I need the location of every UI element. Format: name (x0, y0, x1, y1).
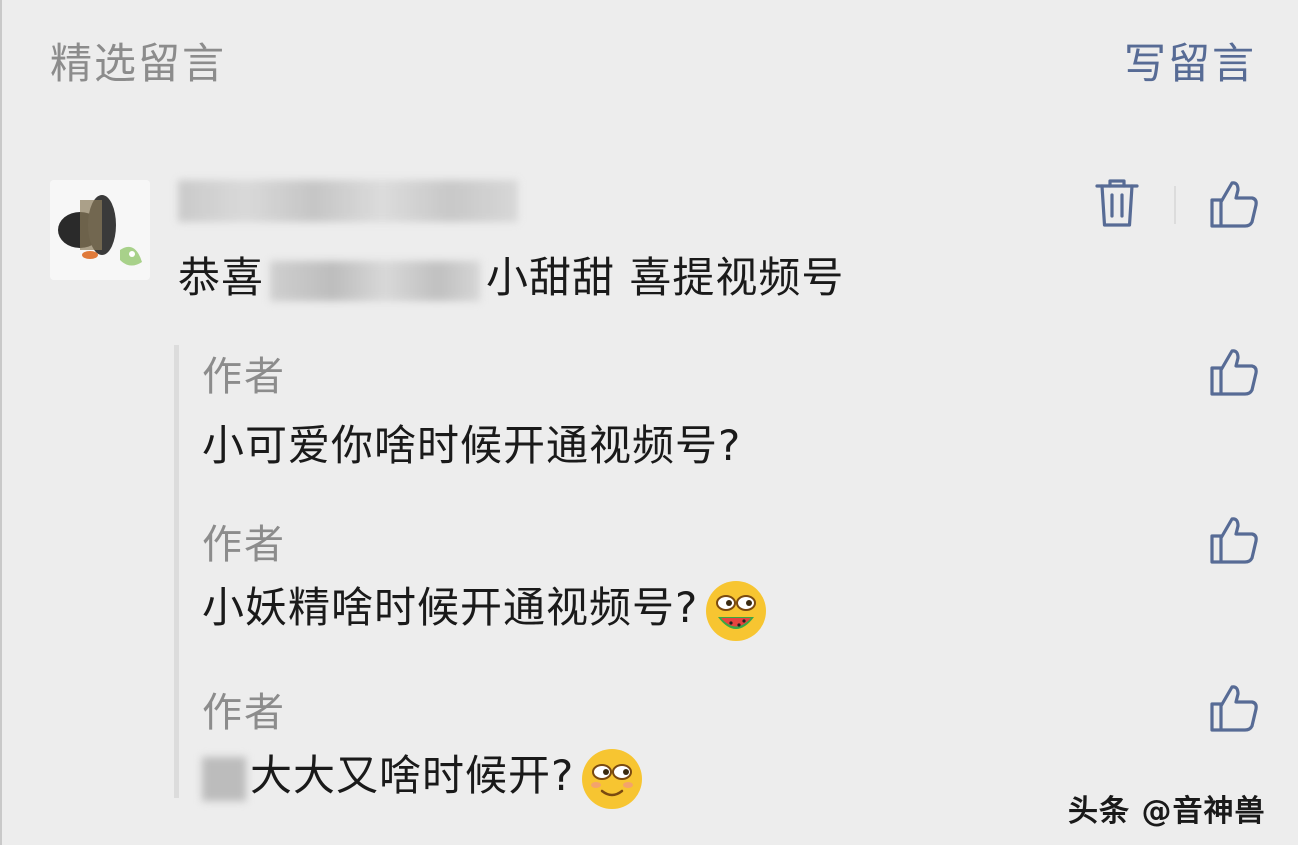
like-button-comment[interactable] (1208, 178, 1260, 230)
reply-text: 小可爱你啥时候开通视频号? (202, 421, 742, 470)
like-button-reply-2[interactable] (1208, 514, 1260, 566)
reply-text: 小妖精啥时候开通视频号? (202, 583, 699, 632)
delete-button[interactable] (1093, 176, 1141, 230)
redacted-name (270, 260, 481, 301)
reply-author: 作者 (202, 354, 286, 400)
thumbs-up-icon (1210, 685, 1258, 732)
watermelon-emoji-icon (706, 580, 767, 641)
comment-text: 恭喜 小甜甜 喜提视频号 (178, 244, 844, 305)
thumbs-up-icon (1210, 181, 1258, 228)
write-comment-link[interactable]: 写留言 (1124, 30, 1256, 91)
thumbs-up-icon (1210, 349, 1258, 396)
like-button-reply-3[interactable] (1208, 682, 1260, 734)
comment-text-suffix: 小甜甜 喜提视频号 (486, 253, 845, 302)
divider (1174, 186, 1176, 224)
reply-author: 作者 (202, 690, 286, 736)
thumbs-up-icon (1210, 517, 1258, 564)
reply-text-row: 大大又啥时候开? (202, 742, 644, 811)
redacted-name (202, 756, 246, 801)
watermark: 头条 @音神兽 (1068, 794, 1266, 829)
frame-edge (0, 0, 2, 845)
avatar[interactable] (50, 180, 150, 280)
reply-author: 作者 (202, 522, 286, 568)
avatar-image (50, 180, 150, 280)
section-title: 精选留言 (50, 39, 227, 88)
reply-thread-bar (174, 345, 179, 798)
trash-icon (1095, 179, 1139, 227)
nickname-redacted (178, 180, 518, 222)
smirk-emoji-icon (582, 748, 643, 809)
comment-text-prefix: 恭喜 (178, 253, 265, 302)
reply-text-row: 小妖精啥时候开通视频号? (202, 574, 768, 643)
like-button-reply-1[interactable] (1208, 346, 1260, 398)
reply-text: 大大又啥时候开? (250, 751, 575, 800)
